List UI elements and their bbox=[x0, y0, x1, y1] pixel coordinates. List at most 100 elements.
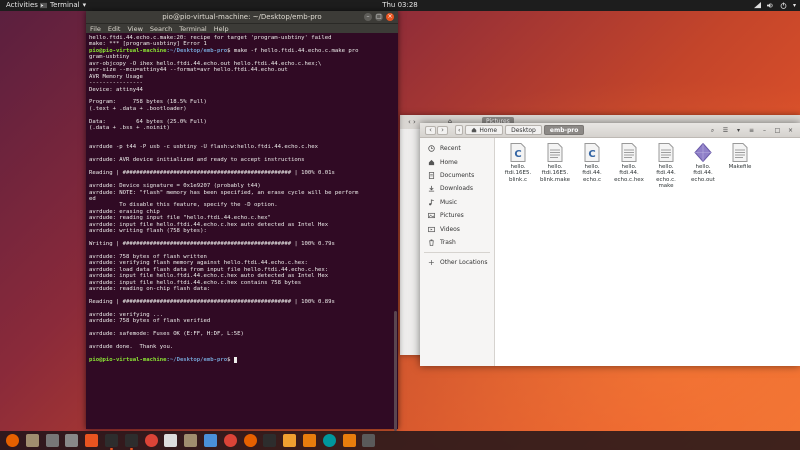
menu-file[interactable]: File bbox=[90, 24, 101, 33]
breadcrumb-home[interactable]: Home bbox=[465, 125, 504, 135]
file-item[interactable]: hello. ftdi.44. echo.out bbox=[685, 143, 721, 183]
maximize-button[interactable]: □ bbox=[773, 126, 782, 135]
documents-icon bbox=[428, 172, 435, 179]
view-options-icon[interactable]: ▾ bbox=[734, 126, 743, 135]
music-icon bbox=[429, 199, 434, 206]
back-forward-icons[interactable]: ‹ › bbox=[408, 118, 416, 126]
close-button[interactable]: × bbox=[786, 126, 795, 135]
prompt-path: :~/Desktop/emb-pro bbox=[166, 356, 228, 363]
settings-icon[interactable] bbox=[65, 434, 79, 447]
terminal-line: avrdude: NOTE: "flash" memory has been s… bbox=[89, 189, 359, 196]
chrome-icon[interactable] bbox=[144, 434, 158, 447]
arduino-icon[interactable] bbox=[322, 434, 336, 447]
files-icon[interactable] bbox=[25, 434, 39, 447]
sidebar-item-other-locations[interactable]: + Other Locations bbox=[420, 256, 494, 269]
minimize-button[interactable]: – bbox=[760, 126, 769, 135]
files-sidebar: Recent Home Documents Downloads Music Pi… bbox=[420, 138, 495, 366]
firefox-icon[interactable] bbox=[243, 434, 257, 447]
c-source-file-icon: C bbox=[510, 143, 526, 162]
back-button[interactable]: ‹ bbox=[425, 126, 436, 135]
video-icon[interactable] bbox=[283, 434, 297, 447]
prompt-command: $ make -f hello.ftdi.44.echo.c.make pro bbox=[227, 47, 359, 54]
system-icon[interactable] bbox=[362, 434, 376, 447]
file-item[interactable]: hello. ftdi.44. echo.c.hex bbox=[611, 143, 647, 183]
file-item[interactable]: hello. ftdi.44. echo.c. make bbox=[648, 143, 684, 190]
terminal-icon[interactable] bbox=[105, 434, 118, 450]
sidebar-item-documents[interactable]: Documents bbox=[420, 169, 494, 182]
software-center-icon[interactable] bbox=[85, 434, 99, 447]
text-file-icon bbox=[658, 143, 674, 162]
window-controls: – □ × bbox=[364, 13, 394, 21]
terminal-line: pio@pio-virtual-machine:~/Desktop/emb-pr… bbox=[89, 356, 390, 363]
files-back-sidebar bbox=[400, 129, 420, 355]
minimize-button[interactable]: – bbox=[364, 13, 372, 21]
sidebar-item-downloads[interactable]: Downloads bbox=[420, 182, 494, 195]
sidebar-item-trash[interactable]: Trash bbox=[420, 236, 494, 249]
blender-icon[interactable] bbox=[303, 434, 316, 447]
text-file-icon bbox=[732, 143, 748, 162]
files-icon[interactable] bbox=[184, 434, 198, 447]
terminal-titlebar[interactable]: pio@pio-virtual-machine: ~/Desktop/emb-p… bbox=[86, 11, 398, 23]
forward-button[interactable]: › bbox=[437, 126, 448, 135]
prompt-command: $ bbox=[227, 356, 234, 363]
files-header: ‹ › ‹ Home Desktop emb-pro ⌕ ☰ ▾ ≡ – □ × bbox=[420, 123, 800, 138]
system-tray[interactable]: ▾ bbox=[753, 0, 796, 11]
terminal-icon[interactable] bbox=[124, 434, 138, 450]
svg-text:C: C bbox=[514, 149, 521, 160]
text-editor-icon[interactable] bbox=[164, 434, 178, 447]
blender-icon[interactable] bbox=[342, 434, 356, 447]
files-window[interactable]: ‹ › ‹ Home Desktop emb-pro ⌕ ☰ ▾ ≡ – □ ×… bbox=[420, 123, 800, 366]
menu-icon[interactable]: ≡ bbox=[747, 126, 756, 135]
menu-help[interactable]: Help bbox=[214, 24, 229, 33]
text-file-icon bbox=[621, 143, 637, 162]
breadcrumb-prev[interactable]: ‹ bbox=[455, 125, 464, 135]
c-source-file-icon: C bbox=[584, 143, 600, 162]
sidebar-divider bbox=[424, 252, 490, 254]
maximize-button[interactable]: □ bbox=[375, 13, 383, 21]
terminal-scrollbar[interactable] bbox=[394, 311, 397, 431]
breadcrumb-emb-pro[interactable]: emb-pro bbox=[543, 125, 585, 135]
terminal-title: pio@pio-virtual-machine: ~/Desktop/emb-p… bbox=[162, 13, 322, 21]
software-icon[interactable] bbox=[45, 434, 59, 447]
close-button[interactable]: × bbox=[386, 13, 394, 21]
clock-icon bbox=[428, 145, 435, 152]
list-view-icon[interactable]: ☰ bbox=[721, 126, 730, 135]
text-cursor bbox=[233, 356, 238, 363]
chrome-icon[interactable] bbox=[223, 434, 237, 447]
file-item[interactable]: C hello. ftdi.16E5. blink.c bbox=[500, 143, 536, 183]
network-icon bbox=[753, 2, 761, 9]
terminal-icon[interactable] bbox=[263, 434, 277, 447]
app-menu[interactable]: Terminal ▾ bbox=[40, 0, 86, 11]
sidebar-item-recent[interactable]: Recent bbox=[420, 142, 494, 155]
terminal-app-icon bbox=[40, 2, 47, 9]
chevron-down-icon: ▾ bbox=[82, 1, 87, 9]
terminal-window[interactable]: pio@pio-virtual-machine: ~/Desktop/emb-p… bbox=[86, 11, 398, 431]
sidebar-item-home[interactable]: Home bbox=[420, 155, 494, 168]
executable-file-icon bbox=[694, 143, 712, 162]
image-viewer-icon[interactable] bbox=[204, 434, 217, 447]
pictures-icon bbox=[428, 213, 435, 219]
breadcrumb: ‹ Home Desktop emb-pro bbox=[455, 125, 585, 135]
chevron-down-icon: ▾ bbox=[792, 2, 796, 9]
file-item[interactable]: hello. ftdi.16E5. blink.make bbox=[537, 143, 573, 183]
text-file-icon bbox=[547, 143, 563, 162]
home-icon bbox=[428, 159, 435, 165]
menu-edit[interactable]: Edit bbox=[108, 24, 121, 33]
sidebar-item-videos[interactable]: Videos bbox=[420, 222, 494, 235]
terminal-output[interactable]: hello.ftdi.44.echo.c.make:20: recipe for… bbox=[89, 35, 390, 427]
clock[interactable]: Thu 03:28 bbox=[376, 0, 424, 11]
file-item[interactable]: C hello. ftdi.44. echo.c bbox=[574, 143, 610, 183]
firefox-icon[interactable] bbox=[6, 434, 19, 447]
activities-button[interactable]: Activities bbox=[6, 0, 38, 11]
sidebar-item-pictures[interactable]: Pictures bbox=[420, 209, 494, 222]
plus-icon: + bbox=[428, 258, 435, 268]
sidebar-item-music[interactable]: Music bbox=[420, 196, 494, 209]
menu-view[interactable]: View bbox=[127, 24, 142, 33]
top-bar: Activities Terminal ▾ Thu 03:28 ▾ bbox=[0, 0, 800, 11]
file-item[interactable]: Makefile bbox=[722, 143, 758, 170]
search-icon[interactable]: ⌕ bbox=[708, 126, 717, 135]
menu-search[interactable]: Search bbox=[150, 24, 172, 33]
breadcrumb-desktop[interactable]: Desktop bbox=[505, 125, 542, 135]
files-grid: C hello. ftdi.16E5. blink.c hello. ftdi.… bbox=[500, 143, 800, 366]
menu-terminal[interactable]: Terminal bbox=[179, 24, 206, 33]
